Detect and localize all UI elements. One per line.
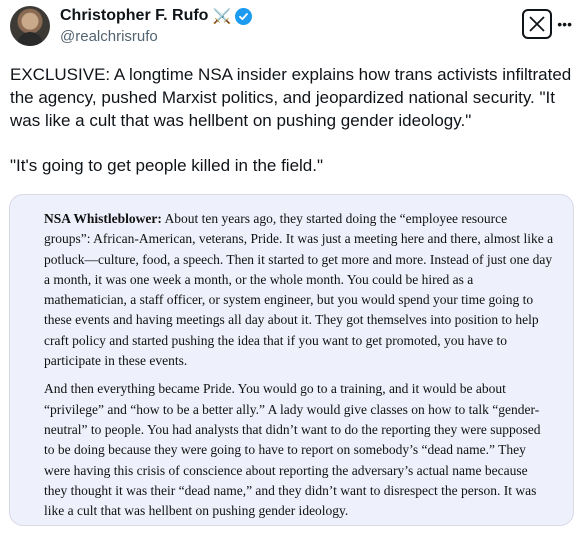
author-handle[interactable]: @realchrisrufo	[60, 28, 158, 45]
x-logo-icon[interactable]	[522, 9, 552, 39]
speaker-label: NSA Whistleblower:	[44, 211, 162, 226]
crossed-swords-icon: ⚔️	[212, 8, 232, 25]
tweet-text: EXCLUSIVE: A longtime NSA insider explai…	[10, 63, 576, 177]
quote-paragraph: And then everything became Pride. You wo…	[44, 381, 541, 519]
quote-paragraph: NSA Whistleblower: About ten years ago, …	[44, 209, 554, 371]
author-display-name[interactable]: Christopher F. Rufo	[60, 7, 208, 25]
author-name-row: Christopher F. Rufo ⚔️	[60, 7, 253, 25]
more-options-icon[interactable]: •••	[557, 16, 572, 32]
tweet-paragraph: "It's going to get people killed in the …	[10, 156, 324, 175]
quote-text: NSA Whistleblower: About ten years ago, …	[44, 209, 554, 521]
tweet-paragraph: EXCLUSIVE: A longtime NSA insider explai…	[10, 65, 572, 130]
quote-image-card[interactable]: NSA Whistleblower: About ten years ago, …	[9, 194, 574, 526]
avatar[interactable]	[10, 6, 50, 46]
verified-badge-icon[interactable]	[235, 7, 253, 25]
quote-paragraph-text: About ten years ago, they started doing …	[44, 211, 554, 369]
tweet-header: Christopher F. Rufo ⚔️ @realchrisrufo ••…	[10, 6, 572, 50]
